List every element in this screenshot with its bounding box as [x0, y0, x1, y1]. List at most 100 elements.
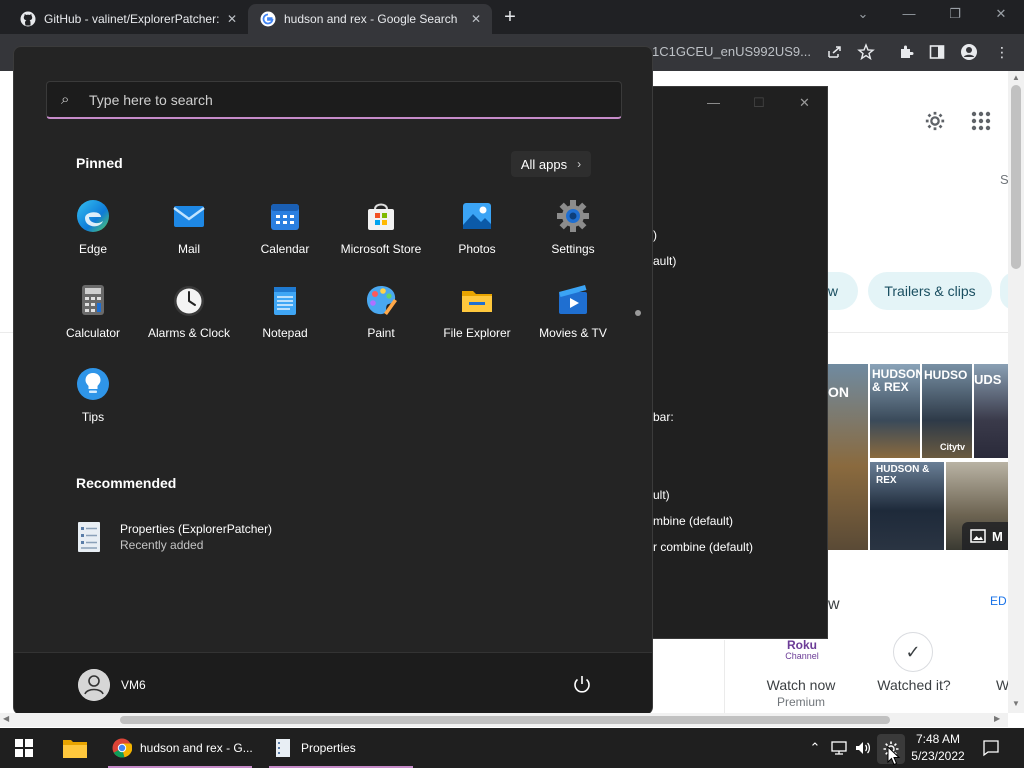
pinned-heading: Pinned: [76, 155, 123, 171]
start-search-box[interactable]: ⌕: [46, 81, 622, 119]
pinned-app-photos[interactable]: Photos: [429, 199, 525, 279]
app-label: Calendar: [260, 242, 310, 256]
new-tab-button[interactable]: +: [500, 7, 520, 27]
poster-image[interactable]: HUDSON & REX: [870, 364, 924, 458]
pinned-app-movies-tv[interactable]: Movies & TV: [525, 283, 621, 363]
recommended-item[interactable]: Properties (ExplorerPatcher) Recently ad…: [76, 517, 272, 557]
watched-check-button[interactable]: ✓: [893, 632, 933, 672]
properties-window[interactable]: — ☐ ✕ ) ault) bar: ult) mbine (default) …: [652, 86, 828, 639]
store-icon: [368, 203, 394, 230]
poster-image[interactable]: HUDSON & REX: [870, 462, 944, 550]
close-icon[interactable]: ✕: [468, 12, 484, 26]
app-label: Mail: [177, 242, 200, 256]
pinned-app-notepad[interactable]: Notepad: [237, 283, 333, 363]
check-icon: ✓: [905, 641, 921, 662]
app-label: Microsoft Store: [340, 242, 422, 256]
start-button[interactable]: [0, 728, 48, 768]
watched-it-label: Watched it?: [877, 677, 951, 693]
pinned-app-alarms-clock[interactable]: Alarms & Clock: [141, 283, 237, 363]
section-heading-partial: w: [828, 596, 840, 613]
recommended-item-name: Properties (ExplorerPatcher): [120, 522, 273, 536]
setting-text: ult): [653, 488, 670, 502]
scrollbar-thumb[interactable]: [1011, 85, 1021, 269]
mail-icon: [173, 206, 205, 227]
scroll-up-icon[interactable]: ▲: [1012, 73, 1020, 82]
start-menu: ⌕ Pinned All apps › Edge Mail Calendar M…: [13, 46, 653, 715]
user-avatar-icon[interactable]: [78, 669, 110, 701]
scroll-left-icon[interactable]: ◀: [3, 714, 9, 723]
search-input[interactable]: [89, 91, 589, 108]
taskbar-file-explorer[interactable]: [56, 728, 94, 768]
photos-icon: [463, 203, 491, 229]
paint-icon: [367, 286, 397, 315]
more-images-button[interactable]: M: [962, 522, 1008, 550]
clock-date[interactable]: 5/23/2022: [906, 749, 970, 763]
pinned-app-file-explorer[interactable]: File Explorer: [429, 283, 525, 363]
power-icon[interactable]: [570, 673, 594, 697]
poster-image[interactable]: ON: [828, 364, 868, 550]
recommended-item-subtitle: Recently added: [120, 538, 204, 552]
scroll-right-icon[interactable]: ▶: [994, 714, 1000, 723]
minimize-icon[interactable]: —: [707, 95, 720, 110]
pinned-page-indicator[interactable]: [635, 310, 641, 316]
taskbar-chrome[interactable]: hudson and rex - G...: [104, 728, 256, 768]
pinned-app-calculator[interactable]: Calculator: [45, 283, 141, 363]
scrollbar-thumb[interactable]: [120, 716, 890, 724]
profile-icon[interactable]: [960, 43, 978, 61]
restore-icon[interactable]: ❐: [945, 6, 965, 22]
mouse-cursor-icon: [887, 746, 901, 766]
vertical-scrollbar[interactable]: ▲ ▼: [1008, 71, 1024, 713]
tab-github[interactable]: GitHub - valinet/ExplorerPatcher: ✕: [8, 4, 248, 34]
chevron-down-icon[interactable]: ⌄: [853, 6, 873, 22]
all-apps-button[interactable]: All apps ›: [511, 151, 591, 177]
browser-tab-strip: GitHub - valinet/ExplorerPatcher: ✕ huds…: [0, 0, 1024, 34]
tab-google-search[interactable]: hudson and rex - Google Search ✕: [248, 4, 492, 34]
pinned-app-calendar[interactable]: Calendar: [237, 199, 333, 279]
pinned-app-paint[interactable]: Paint: [333, 283, 429, 363]
notification-icon[interactable]: [982, 739, 1000, 757]
close-window-icon[interactable]: ✕: [799, 95, 810, 111]
share-icon[interactable]: [826, 43, 844, 61]
bookmark-star-icon[interactable]: [857, 43, 875, 61]
all-apps-label: All apps: [520, 156, 568, 172]
pinned-app-tips[interactable]: Tips: [45, 367, 141, 447]
taskbar-properties[interactable]: Properties: [265, 728, 417, 768]
recommended-heading: Recommended: [76, 475, 177, 491]
google-apps-icon[interactable]: [970, 110, 992, 132]
menu-kebab-icon[interactable]: ⋮: [993, 43, 1011, 61]
app-label: Paint: [367, 326, 395, 340]
extensions-icon[interactable]: [897, 43, 915, 61]
taskbar-item-label: Properties: [301, 741, 356, 755]
watch-now-link[interactable]: Watch now: [760, 677, 842, 693]
chevron-up-icon[interactable]: ⌃: [806, 739, 824, 757]
poster-image[interactable]: HUDSO Citytv: [922, 364, 972, 458]
scroll-down-icon[interactable]: ▼: [1012, 699, 1020, 708]
poster-image[interactable]: UDS: [974, 364, 1008, 458]
side-panel-icon[interactable]: [928, 43, 946, 61]
pinned-app-microsoft-store[interactable]: Microsoft Store: [333, 199, 429, 279]
horizontal-scrollbar[interactable]: ◀ ▶: [0, 713, 1008, 727]
folder-icon: [462, 291, 492, 312]
minimize-icon[interactable]: —: [899, 6, 919, 21]
app-label: File Explorer: [443, 326, 511, 340]
app-label: Alarms & Clock: [147, 326, 230, 340]
volume-icon[interactable]: [854, 739, 872, 757]
network-icon[interactable]: [830, 739, 848, 757]
app-label: Movies & TV: [539, 326, 607, 340]
pinned-app-edge[interactable]: Edge: [45, 199, 141, 279]
pinned-app-settings[interactable]: Settings: [525, 199, 621, 279]
filter-chip-trailers[interactable]: Trailers & clips: [868, 272, 992, 310]
image-results-strip[interactable]: ON HUDSON & REX HUDSO Citytv UDS HUDSON …: [828, 364, 1008, 550]
github-icon: [20, 11, 36, 27]
setting-text: ): [653, 228, 657, 242]
watch-now-tier: Premium: [776, 695, 825, 709]
close-icon[interactable]: ✕: [224, 12, 240, 26]
edit-link-partial[interactable]: ED: [990, 594, 1007, 608]
user-name[interactable]: VM6: [121, 678, 146, 692]
close-window-icon[interactable]: ✕: [991, 6, 1011, 22]
gear-icon[interactable]: [924, 110, 946, 132]
address-bar-url[interactable]: 1C1GCEU_enUS992US9...: [652, 44, 811, 59]
setting-text: ault): [653, 254, 677, 268]
pinned-app-mail[interactable]: Mail: [141, 199, 237, 279]
clock-time[interactable]: 7:48 AM: [906, 732, 970, 746]
